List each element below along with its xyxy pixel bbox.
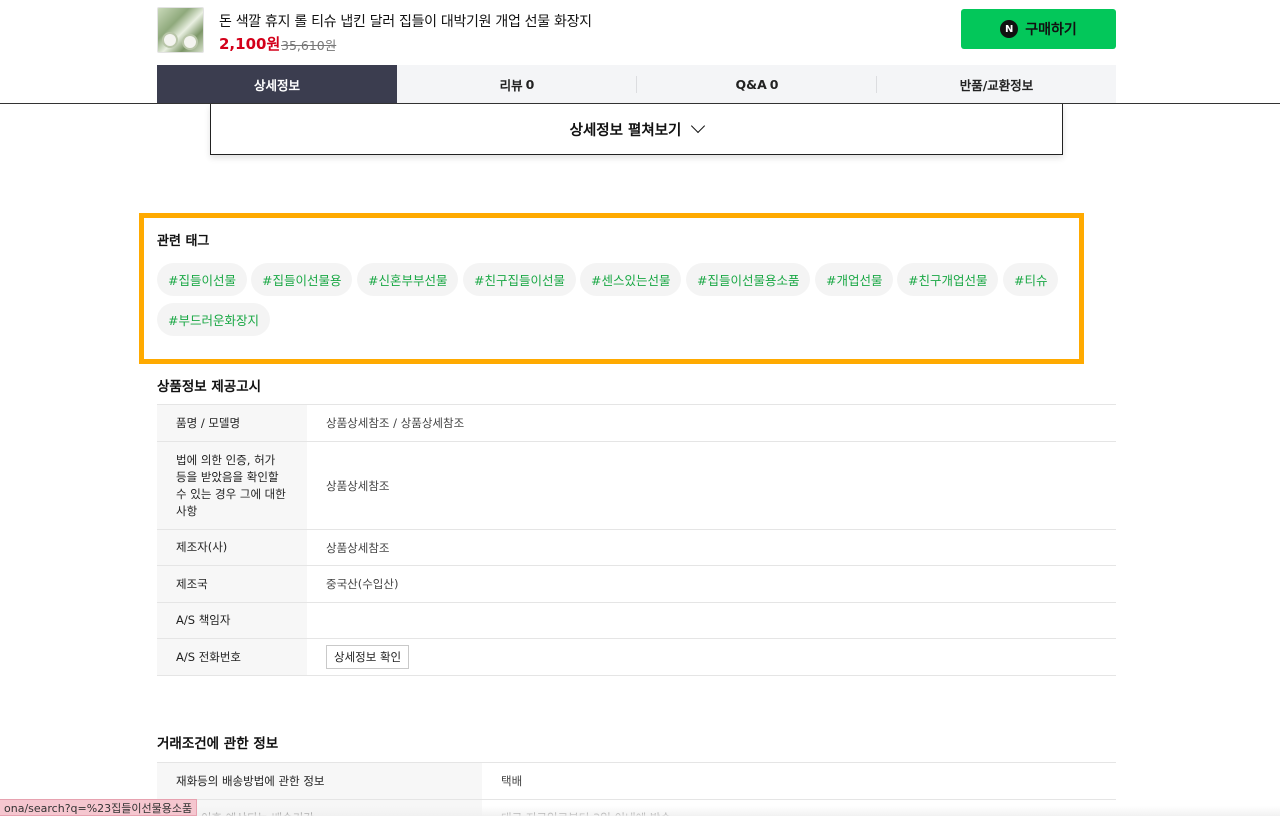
tab-label: 반품/교환정보 [959,78,1034,93]
row-label: 재화등의 배송방법에 관한 정보 [157,763,482,799]
row-value: 택배 [501,774,523,788]
tissue-roll-graphic [162,32,178,48]
tag-chip[interactable]: #친구집들이선물 [463,263,576,296]
tag-chip[interactable]: #집들이선물용 [251,263,353,296]
tab-divider [636,76,637,93]
tab-label: Q&A [735,77,767,92]
tag-chip[interactable]: #센스있는선물 [580,263,682,296]
trade-title: 거래조건에 관한 정보 [157,736,279,752]
row-label: 법에 의한 인증, 허가 등을 받았음을 확인할 수 있는 경우 그에 대한 사… [157,442,307,529]
table-row: 제조자(사) 상품상세참조 [157,530,1116,566]
table-row: A/S 전화번호 상세정보 확인 [157,639,1116,676]
tissue-roll-graphic [182,34,198,50]
table-row: A/S 책임자 [157,603,1116,639]
row-value: 상세정보 확인 [307,639,1116,675]
naver-pay-icon: N [1000,20,1019,38]
row-value: 상품상세참조 / 상품상세참조 [326,416,465,430]
chevron-down-icon [691,118,706,134]
buy-button-label: 구매하기 [1025,22,1077,38]
tab-reviews[interactable]: 리뷰 0 [397,65,637,104]
row-value: 중국산(수입산) [326,577,399,591]
tab-count: 0 [769,77,779,92]
tab-divider [876,76,877,93]
tag-chip[interactable]: #개업선물 [815,263,894,296]
table-row: 법에 의한 인증, 허가 등을 받았음을 확인할 수 있는 경우 그에 대한 사… [157,442,1116,530]
tag-chip[interactable]: #집들이선물 [157,263,247,296]
detail-tabs: 상세정보 리뷰 0 Q&A 0 반품/교환정보 [157,65,1116,104]
row-label: 제조자(사) [157,530,307,565]
tags-title: 관련 태그 [157,234,210,249]
tab-count: 0 [525,77,535,92]
status-bar-url: ona/search?q=%23집들이선물용소품 [0,799,198,816]
detail-check-button[interactable]: 상세정보 확인 [326,645,410,669]
product-thumbnail[interactable] [157,7,204,53]
expand-detail-label: 상세정보 펼쳐보기 [569,122,682,139]
tab-label: 상세정보 [253,78,300,93]
product-title: 돈 색깔 휴지 롤 티슈 냅킨 달러 집들이 대박기원 개업 선물 화장지 [219,14,592,30]
row-label: 품명 / 모델명 [157,405,307,441]
notice-title: 상품정보 제공고시 [157,379,262,395]
sale-price: 2,100원 [219,35,281,53]
buy-button[interactable]: N 구매하기 [961,9,1116,49]
row-value: 상품상세참조 [326,478,390,493]
original-price: 35,610원 [281,38,337,53]
tab-label: 리뷰 [499,78,523,93]
row-value [307,603,1116,638]
tag-chip[interactable]: #신혼부부선물 [357,263,459,296]
table-row: 제조국 중국산(수입산) [157,566,1116,603]
table-row: 품명 / 모델명 상품상세참조 / 상품상세참조 [157,405,1116,442]
row-label: A/S 책임자 [157,603,307,638]
table-row: 재화등의 배송방법에 관한 정보 택배 [157,763,1116,800]
tag-chip[interactable]: #친구개업선물 [897,263,999,296]
tag-chip[interactable]: #티슈 [1003,263,1059,296]
row-label: A/S 전화번호 [157,639,307,675]
tab-qna[interactable]: Q&A 0 [637,65,877,104]
tag-chip[interactable]: #부드러운화장지 [157,303,270,336]
expand-detail-button[interactable]: 상세정보 펼쳐보기 [210,104,1063,155]
tag-chip[interactable]: #집들이선물용소품 [686,263,811,296]
tab-detail[interactable]: 상세정보 [157,65,397,104]
tab-return-exchange[interactable]: 반품/교환정보 [877,65,1116,104]
row-label: 제조국 [157,566,307,602]
row-value: 상품상세참조 [326,540,390,555]
notice-table: 품명 / 모델명 상품상세참조 / 상품상세참조 법에 의한 인증, 허가 등을… [157,404,1116,676]
